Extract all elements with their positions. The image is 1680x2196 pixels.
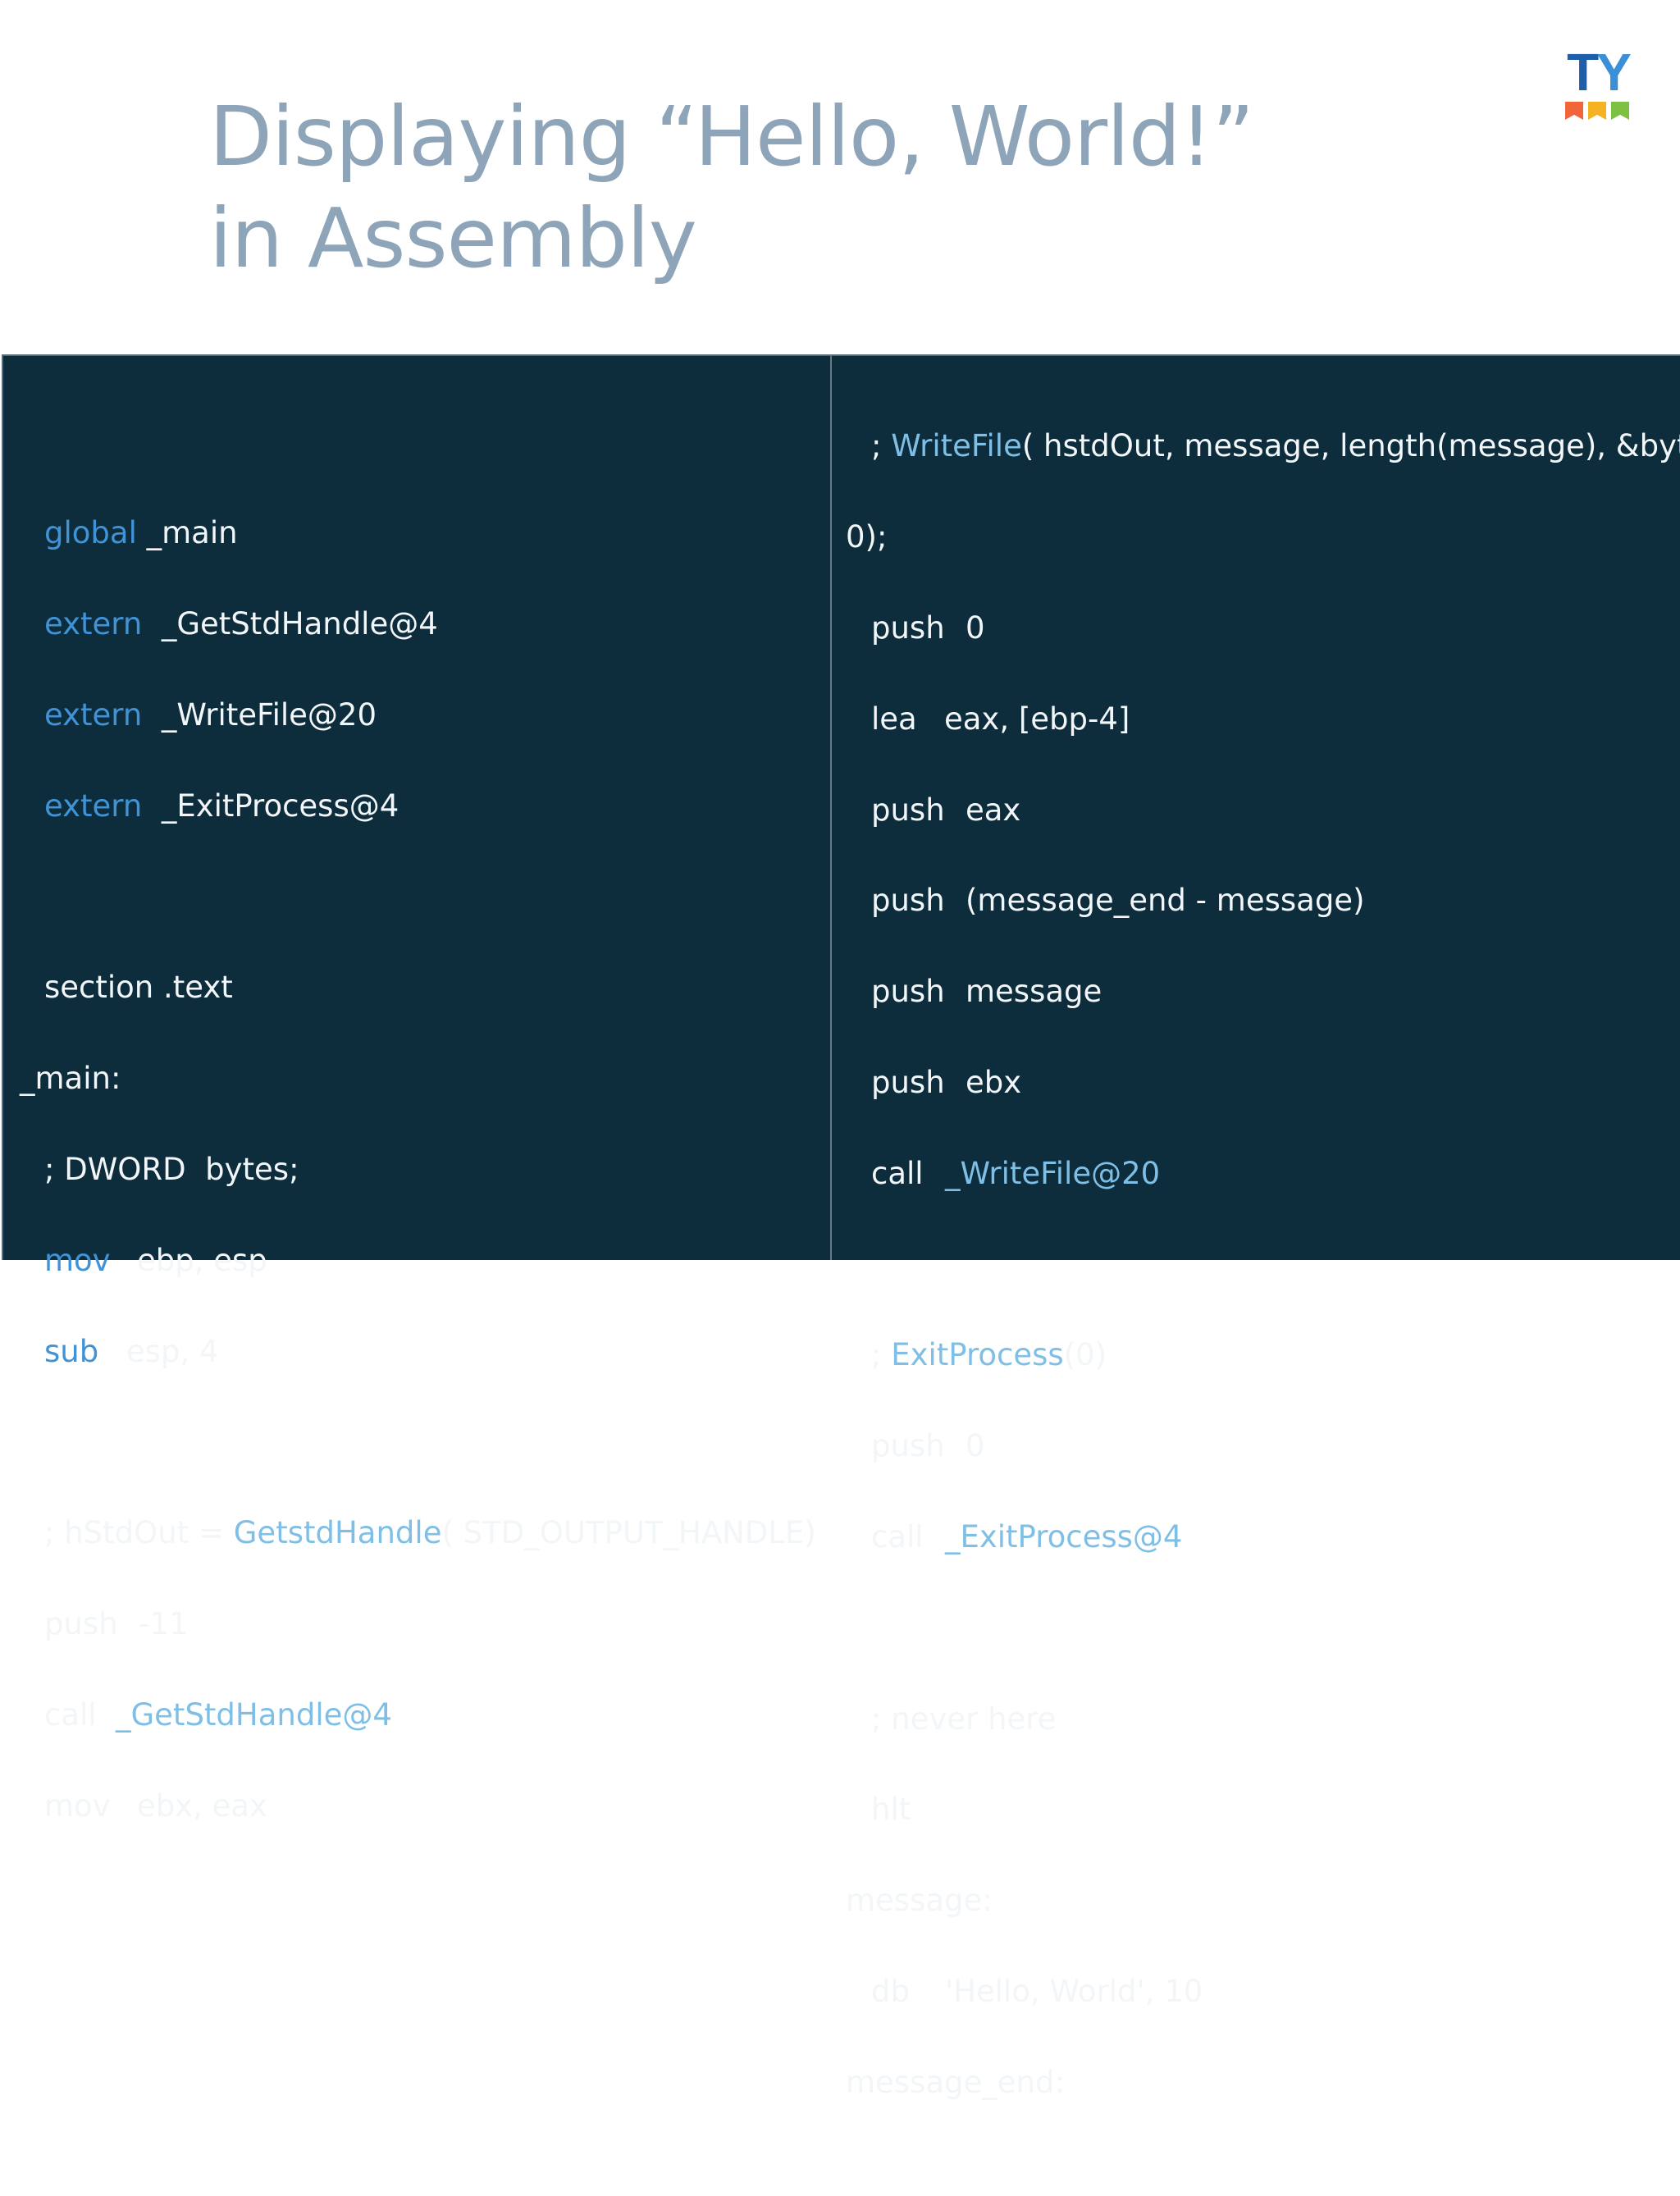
- code-line: push ebx: [832, 1060, 1680, 1105]
- ty-logo: TY: [1557, 46, 1639, 123]
- code-line: extern _ExitProcess@4: [3, 783, 816, 829]
- code-text: ; hStdOut =: [44, 1515, 234, 1551]
- code-function: _ExitProcess@4: [945, 1518, 1183, 1555]
- code-text: _GetStdHandle@4: [142, 606, 438, 642]
- code-args: eax: [966, 792, 1021, 828]
- code-op: push: [44, 1605, 118, 1641]
- code-comment: ; ExitProcess(0): [832, 1332, 1680, 1377]
- code-block-right: ; WriteFile( hstdOut, message, length(me…: [832, 378, 1680, 2196]
- code-function: _WriteFile@20: [945, 1155, 1161, 1191]
- logo-flag-orange: [1565, 102, 1583, 120]
- code-keyword: sub: [44, 1333, 99, 1369]
- code-line: section .text: [44, 970, 233, 1006]
- code-args: ebx, eax: [137, 1787, 268, 1824]
- code-text: _main: [136, 515, 238, 551]
- code-op: push: [871, 1428, 945, 1464]
- logo-flag-green: [1611, 102, 1629, 120]
- code-op: db: [871, 1973, 910, 2009]
- code-op: push: [871, 792, 945, 828]
- code-function: WriteFile: [891, 428, 1022, 464]
- logo-flag-yellow: [1588, 102, 1606, 120]
- code-line: call _ExitProcess@4: [832, 1514, 1680, 1559]
- code-function: GetstdHandle: [233, 1515, 442, 1551]
- code-line: db 'Hello, World', 10: [832, 1969, 1680, 2014]
- code-keyword: extern: [44, 606, 143, 642]
- code-op: lea: [871, 701, 917, 737]
- code-op: call: [44, 1696, 97, 1733]
- code-line: sub esp, 4: [3, 1329, 816, 1374]
- code-line: extern _GetStdHandle@4: [3, 601, 816, 646]
- code-panel-left: global _main extern _GetStdHandle@4 exte…: [2, 354, 830, 1824]
- title-line-2: in Assembly: [209, 190, 697, 286]
- code-args: (message_end - message): [966, 883, 1365, 919]
- code-line: push eax: [832, 788, 1680, 833]
- code-panel-right: ; WriteFile( hstdOut, message, length(me…: [830, 354, 1680, 2100]
- code-args: 0: [966, 610, 985, 646]
- code-line: push message: [832, 969, 1680, 1014]
- code-line: push 0: [832, 605, 1680, 651]
- code-op: push: [871, 1064, 945, 1100]
- code-keyword: extern: [44, 788, 143, 824]
- code-comment: ; never here: [871, 1701, 1057, 1737]
- code-text: _WriteFile@20: [142, 697, 377, 733]
- code-line: mov ebp, esp: [3, 1238, 816, 1283]
- code-args: 'Hello, World', 10: [945, 1973, 1203, 2009]
- code-keyword: extern: [44, 697, 143, 733]
- code-op: push: [871, 610, 945, 646]
- logo-letter-y: Y: [1596, 43, 1632, 102]
- slide-title: Displaying “Hello, World!” in Assembly: [209, 86, 1254, 290]
- code-args: eax, [ebp-4]: [944, 701, 1130, 737]
- code-op: call: [871, 1155, 924, 1191]
- code-label: message:: [846, 1883, 993, 1919]
- code-op: push: [871, 883, 945, 919]
- code-line: hlt: [871, 1792, 911, 1828]
- code-comment: ; WriteFile( hstdOut, message, length(me…: [832, 423, 1680, 468]
- code-args: ebp, esp: [137, 1242, 267, 1278]
- title-line-1: Displaying “Hello, World!”: [209, 89, 1254, 185]
- code-text: (0): [1063, 1337, 1107, 1373]
- logo-letter-t: T: [1567, 43, 1599, 102]
- code-args: message: [966, 974, 1102, 1010]
- code-comment-cont: 0);: [846, 519, 888, 555]
- code-args: -11: [139, 1605, 189, 1641]
- code-line: mov ebx, eax: [3, 1783, 816, 1828]
- code-args: ebx: [966, 1064, 1022, 1100]
- code-line: lea eax, [ebp-4]: [832, 696, 1680, 742]
- logo-flags: [1565, 102, 1629, 120]
- logo-text: TY: [1557, 46, 1639, 98]
- code-keyword: global: [44, 515, 137, 551]
- code-comment: ; hStdOut = GetstdHandle( STD_OUTPUT_HAN…: [3, 1510, 816, 1555]
- code-args: 0: [966, 1428, 985, 1464]
- code-comment: ; DWORD bytes;: [44, 1151, 299, 1187]
- code-op: push: [871, 974, 945, 1010]
- code-line: extern _WriteFile@20: [3, 692, 816, 737]
- code-line: push 0: [832, 1423, 1680, 1468]
- code-label: message_end:: [846, 2064, 1065, 2100]
- code-keyword: mov: [44, 1242, 111, 1278]
- code-op: call: [871, 1518, 924, 1555]
- code-label: _main:: [20, 1061, 121, 1097]
- code-op: mov: [44, 1787, 111, 1824]
- code-line: call _GetStdHandle@4: [3, 1692, 816, 1737]
- code-line: global _main: [3, 510, 816, 555]
- code-text: ;: [871, 1337, 892, 1373]
- code-text: ( hstdOut, message, length(message), &by…: [1021, 428, 1680, 464]
- code-function: ExitProcess: [891, 1337, 1064, 1373]
- code-line: push -11: [3, 1601, 816, 1646]
- code-block-left: global _main extern _GetStdHandle@4 exte…: [3, 465, 816, 1920]
- code-function: _GetStdHandle@4: [116, 1696, 392, 1733]
- code-text: _ExitProcess@4: [142, 788, 399, 824]
- code-line: push (message_end - message): [832, 878, 1680, 923]
- code-line: call _WriteFile@20: [832, 1151, 1680, 1196]
- code-text: ( STD_OUTPUT_HANDLE): [441, 1515, 816, 1551]
- code-text: ;: [871, 428, 892, 464]
- code-args: esp, 4: [126, 1333, 219, 1369]
